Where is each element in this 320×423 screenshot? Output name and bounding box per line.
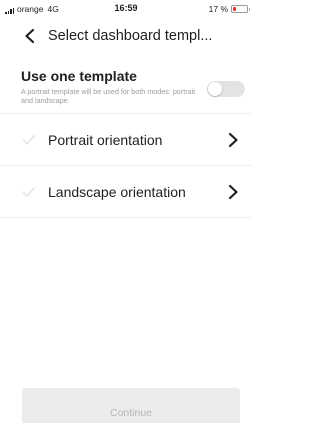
use-one-template-title: Use one template: [21, 68, 137, 84]
chevron-right-icon: [228, 184, 238, 200]
chevron-right-icon: [228, 132, 238, 148]
battery-icon: [231, 5, 250, 13]
use-one-template-description: A portrait template will be used for bot…: [21, 87, 196, 105]
battery-percentage: 17 %: [208, 4, 228, 14]
toggle-knob: [208, 82, 222, 96]
portrait-orientation-row[interactable]: Portrait orientation: [0, 114, 252, 166]
check-icon: [22, 186, 36, 197]
use-one-template-toggle[interactable]: [207, 81, 245, 97]
page-title: Select dashboard templ...: [48, 28, 213, 44]
landscape-orientation-row[interactable]: Landscape orientation: [0, 166, 252, 218]
battery-fill: [233, 7, 236, 11]
landscape-orientation-label: Landscape orientation: [48, 184, 186, 200]
chevron-left-icon[interactable]: [22, 28, 38, 44]
continue-button[interactable]: Continue: [22, 388, 240, 423]
check-icon: [22, 134, 36, 145]
status-right: 17 %: [208, 4, 250, 14]
status-bar: orange 4G 16:59 17 %: [0, 0, 252, 16]
orientation-list: Portrait orientation Landscape orientati…: [0, 113, 252, 218]
screen: orange 4G 16:59 17 % Select dashboard te…: [0, 0, 252, 423]
portrait-orientation-label: Portrait orientation: [48, 132, 163, 148]
use-one-template-section: Use one template A portrait template wil…: [0, 62, 252, 112]
header: Select dashboard templ...: [0, 24, 252, 48]
